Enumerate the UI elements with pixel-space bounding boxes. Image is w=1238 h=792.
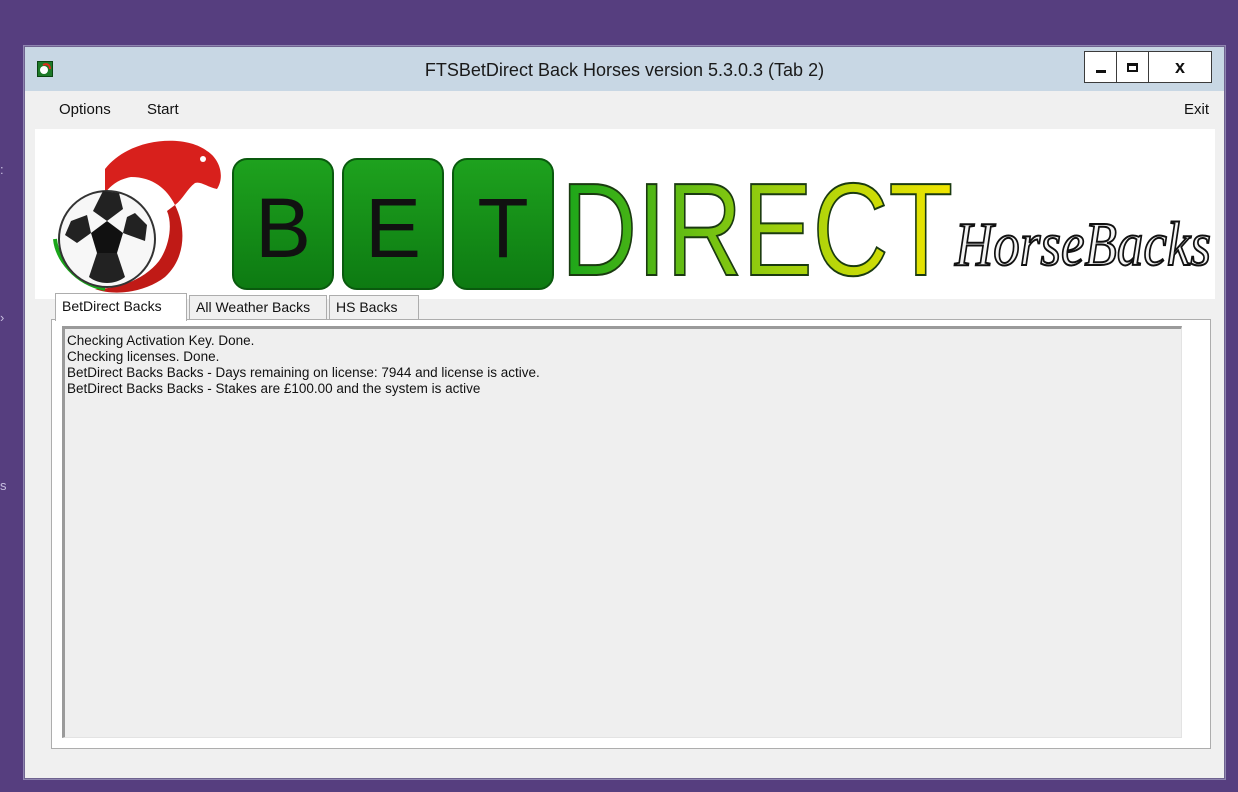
- banner-logo: B E T DIRECT HorseBacks: [53, 140, 1212, 299]
- menu-options[interactable]: Options: [59, 101, 111, 118]
- soccer-ball-icon: [58, 190, 156, 288]
- close-button[interactable]: x: [1149, 52, 1211, 82]
- app-window: FTSBetDirect Back Horses version 5.3.0.3…: [24, 46, 1225, 779]
- log-line: Checking Activation Key. Done.: [67, 333, 255, 348]
- tab-betdirect-backs[interactable]: BetDirect Backs: [55, 293, 187, 321]
- minimize-icon: [1095, 69, 1106, 73]
- bet-letter-b: B: [255, 181, 311, 275]
- log-line: Checking licenses. Done.: [67, 349, 220, 364]
- bet-tiles: B E T: [232, 158, 554, 290]
- tab-hs-backs[interactable]: HS Backs: [329, 295, 419, 319]
- log-output[interactable]: Checking Activation Key. Done. Checking …: [62, 326, 1182, 738]
- bet-letter-t: T: [477, 181, 528, 275]
- window-controls: x: [1084, 51, 1212, 83]
- maximize-button[interactable]: [1117, 52, 1149, 82]
- log-line: BetDirect Backs Backs - Stakes are £100.…: [67, 381, 481, 396]
- desktop-edge-glyph: s: [0, 478, 7, 493]
- desktop-edge-glyph: ›: [0, 310, 5, 325]
- window-title: FTSBetDirect Back Horses version 5.3.0.3…: [424, 60, 825, 80]
- banner-horsebacks-script: HorseBacks: [954, 211, 1211, 279]
- betdirect-banner: B E T DIRECT HorseBacks: [35, 129, 1215, 299]
- minimize-button[interactable]: [1085, 52, 1117, 82]
- log-line: BetDirect Backs Backs - Days remaining o…: [67, 365, 540, 380]
- maximize-icon: [1127, 62, 1138, 72]
- menu-bar: Options Start Exit: [26, 91, 1223, 125]
- tab-all-weather-backs[interactable]: All Weather Backs: [189, 295, 327, 319]
- bet-letter-e: E: [365, 181, 421, 275]
- title-bar[interactable]: FTSBetDirect Back Horses version 5.3.0.3…: [25, 47, 1224, 91]
- desktop-edge-glyph: :: [0, 162, 4, 177]
- menu-start[interactable]: Start: [147, 101, 179, 118]
- tab-panel: Checking Activation Key. Done. Checking …: [51, 319, 1211, 749]
- menu-exit[interactable]: Exit: [1184, 101, 1209, 118]
- banner-direct-word: DIRECT: [561, 156, 953, 299]
- close-icon: x: [1174, 56, 1185, 77]
